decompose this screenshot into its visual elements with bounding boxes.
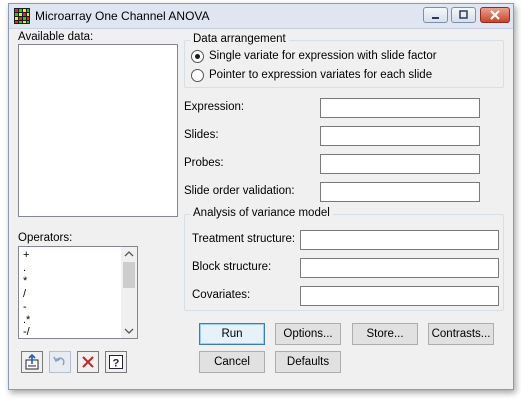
clear-button[interactable] — [77, 351, 99, 373]
help-button[interactable]: ? — [105, 351, 127, 373]
covariates-label: Covariates: — [192, 289, 251, 301]
list-item[interactable]: + — [23, 249, 29, 261]
scrollbar-thumb[interactable] — [123, 262, 135, 288]
list-item[interactable]: .* — [23, 314, 30, 326]
slides-label: Slides: — [184, 129, 219, 141]
available-data-list[interactable] — [18, 44, 178, 217]
probes-label: Probes: — [184, 157, 224, 169]
treatment-structure-field[interactable] — [300, 230, 499, 250]
expression-label: Expression: — [184, 101, 245, 113]
radio-selected-dot — [195, 54, 200, 59]
dialog-window: Microarray One Channel ANOVA Available d… — [8, 3, 514, 390]
title-bar[interactable]: Microarray One Channel ANOVA — [9, 4, 513, 29]
options-button[interactable]: Options... — [275, 323, 341, 345]
window-title: Microarray One Channel ANOVA — [35, 9, 210, 23]
list-item[interactable]: -/ — [23, 326, 30, 338]
chevron-down-icon — [124, 328, 134, 334]
block-structure-label: Block structure: — [192, 261, 272, 273]
slides-field[interactable] — [320, 126, 480, 146]
close-icon — [490, 10, 500, 20]
chevron-up-icon — [124, 251, 134, 257]
minimize-button[interactable] — [423, 7, 448, 23]
radio-pointer-variates-label[interactable]: Pointer to expression variates for each … — [209, 69, 432, 81]
store-button[interactable]: Store... — [352, 323, 418, 345]
operators-list[interactable]: + . * / - .* -/ — [18, 246, 138, 339]
list-item[interactable]: . — [23, 262, 26, 274]
anova-model-title: Analysis of variance model — [190, 207, 333, 219]
maximize-button[interactable] — [451, 7, 476, 23]
list-item[interactable]: * — [23, 275, 27, 287]
slide-order-validation-field[interactable] — [320, 182, 480, 202]
operators-label: Operators: — [18, 232, 73, 244]
undo-button[interactable] — [49, 351, 71, 373]
svg-text:?: ? — [113, 358, 120, 370]
contrasts-button[interactable]: Contrasts... — [428, 323, 494, 345]
operators-scrollbar[interactable] — [121, 247, 137, 338]
close-button[interactable] — [480, 7, 510, 23]
treatment-structure-label: Treatment structure: — [192, 233, 296, 245]
probes-field[interactable] — [320, 154, 480, 174]
data-arrangement-title: Data arrangement — [190, 33, 289, 45]
slide-order-validation-label: Slide order validation: — [184, 185, 295, 197]
minimize-icon — [432, 17, 439, 19]
undo-icon — [53, 356, 65, 366]
transfer-data-icon — [25, 354, 39, 370]
radio-single-variate-label[interactable]: Single variate for expression with slide… — [209, 50, 437, 62]
list-item[interactable]: / — [23, 288, 26, 300]
run-button[interactable]: Run — [199, 323, 265, 345]
block-structure-field[interactable] — [300, 258, 499, 278]
radio-pointer-variates[interactable] — [191, 69, 204, 82]
maximize-icon — [459, 10, 468, 19]
cancel-button[interactable]: Cancel — [199, 351, 265, 373]
available-data-label: Available data: — [18, 31, 94, 43]
clear-icon — [82, 356, 94, 368]
defaults-button[interactable]: Defaults — [275, 351, 341, 373]
covariates-field[interactable] — [300, 286, 499, 306]
radio-single-variate[interactable] — [191, 50, 204, 63]
transfer-data-button[interactable] — [21, 351, 43, 373]
help-icon: ? — [109, 355, 123, 370]
expression-field[interactable] — [320, 98, 480, 118]
microarray-grid-icon — [14, 8, 30, 24]
list-item[interactable]: - — [23, 301, 27, 313]
